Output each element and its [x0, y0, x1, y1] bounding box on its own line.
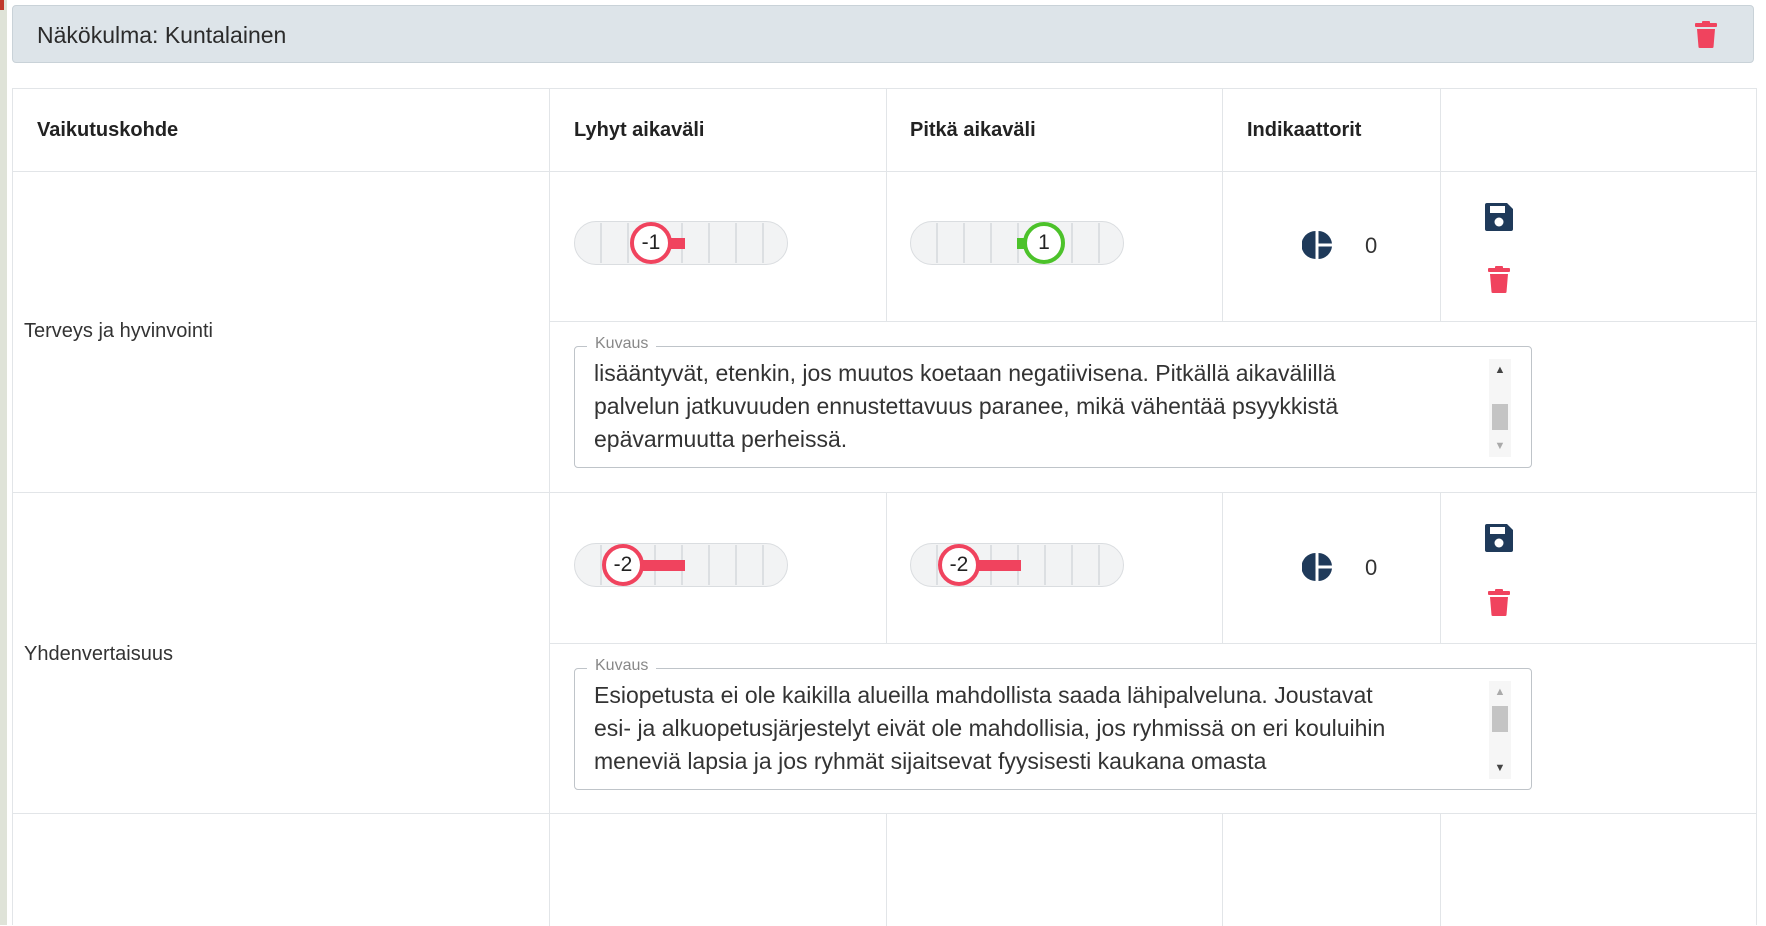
delete-row-trash-icon[interactable] — [1488, 266, 1510, 293]
slider-tick — [762, 545, 764, 585]
col-divider — [1440, 493, 1441, 644]
col-divider — [1440, 89, 1441, 322]
delete-perspective-trash-icon[interactable] — [1695, 21, 1717, 48]
slider-tick — [936, 223, 938, 263]
perspective-title: Näkökulma: Kuntalainen — [37, 22, 287, 48]
description-text[interactable]: lisääntyvät, etenkin, jos muutos koetaan… — [594, 357, 1494, 456]
col-divider — [1222, 493, 1223, 644]
slider-tick — [600, 223, 602, 263]
description-label: Kuvaus — [587, 335, 657, 353]
save-icon[interactable] — [1485, 203, 1513, 231]
long-term-slider-yhdenvertaisuus[interactable]: -2 — [910, 543, 1124, 587]
indicator-pie-icon[interactable] — [1302, 229, 1334, 261]
col-divider — [1440, 814, 1441, 926]
slider-knob[interactable]: -2 — [938, 544, 980, 586]
col-divider — [1222, 89, 1223, 322]
left-edge-mark — [0, 0, 4, 10]
description-field-terveys[interactable]: Kuvaus lisääntyvät, etenkin, jos muutos … — [574, 335, 1532, 468]
delete-row-trash-icon[interactable] — [1488, 589, 1510, 616]
slider-knob[interactable]: -2 — [602, 544, 644, 586]
header-short-term: Lyhyt aikaväli — [574, 119, 705, 141]
row-divider — [13, 492, 1756, 493]
slider-tick — [1071, 545, 1073, 585]
scroll-down-icon[interactable]: ▼ — [1489, 759, 1511, 777]
col-divider — [886, 814, 887, 926]
slider-tick — [735, 223, 737, 263]
description-field-yhdenvertaisuus[interactable]: Kuvaus Esiopetusta ei ole kaikilla aluei… — [574, 657, 1532, 790]
indicator-count: 0 — [1365, 233, 1378, 258]
short-term-slider-yhdenvertaisuus[interactable]: -2 — [574, 543, 788, 587]
row-label-terveys: Terveys ja hyvinvointi — [24, 320, 213, 342]
col-divider — [886, 89, 887, 322]
header-long-term: Pitkä aikaväli — [910, 119, 1036, 141]
col-divider — [1222, 814, 1223, 926]
long-term-slider-terveys[interactable]: 1 — [910, 221, 1124, 265]
description-label: Kuvaus — [587, 657, 657, 675]
slider-tick — [1071, 223, 1073, 263]
indicator-count: 0 — [1365, 555, 1378, 580]
left-edge-strip — [0, 0, 7, 925]
row-label-yhdenvertaisuus: Yhdenvertaisuus — [24, 643, 173, 665]
row-divider — [549, 321, 1756, 322]
slider-tick — [990, 223, 992, 263]
col-divider — [549, 89, 550, 926]
row-divider — [549, 643, 1756, 644]
description-scrollbar[interactable]: ▲ ▼ — [1489, 681, 1511, 779]
col-divider — [886, 493, 887, 644]
scroll-thumb[interactable] — [1492, 706, 1508, 732]
perspective-header: Näkökulma: Kuntalainen — [12, 5, 1754, 63]
slider-tick — [762, 223, 764, 263]
header-indicators: Indikaattorit — [1247, 119, 1362, 141]
slider-knob[interactable]: 1 — [1023, 222, 1065, 264]
header-target: Vaikutuskohde — [37, 119, 179, 141]
indicator-pie-icon[interactable] — [1302, 551, 1334, 583]
row-divider — [13, 813, 1756, 814]
slider-tick — [963, 223, 965, 263]
slider-tick — [1098, 223, 1100, 263]
row-divider — [13, 171, 1756, 172]
slider-tick — [735, 545, 737, 585]
slider-tick — [708, 545, 710, 585]
slider-tick — [708, 223, 710, 263]
short-term-slider-terveys[interactable]: -1 — [574, 221, 788, 265]
scroll-up-icon[interactable]: ▲ — [1489, 361, 1511, 379]
description-text[interactable]: Esiopetusta ei ole kaikilla alueilla mah… — [594, 679, 1494, 778]
save-icon[interactable] — [1485, 524, 1513, 552]
scroll-down-icon[interactable]: ▼ — [1489, 437, 1511, 455]
slider-tick — [1098, 545, 1100, 585]
scroll-up-icon[interactable]: ▲ — [1489, 683, 1511, 701]
slider-tick — [1044, 545, 1046, 585]
slider-knob[interactable]: -1 — [630, 222, 672, 264]
slider-tick — [627, 223, 629, 263]
scroll-thumb[interactable] — [1492, 404, 1508, 430]
description-scrollbar[interactable]: ▲ ▼ — [1489, 359, 1511, 457]
